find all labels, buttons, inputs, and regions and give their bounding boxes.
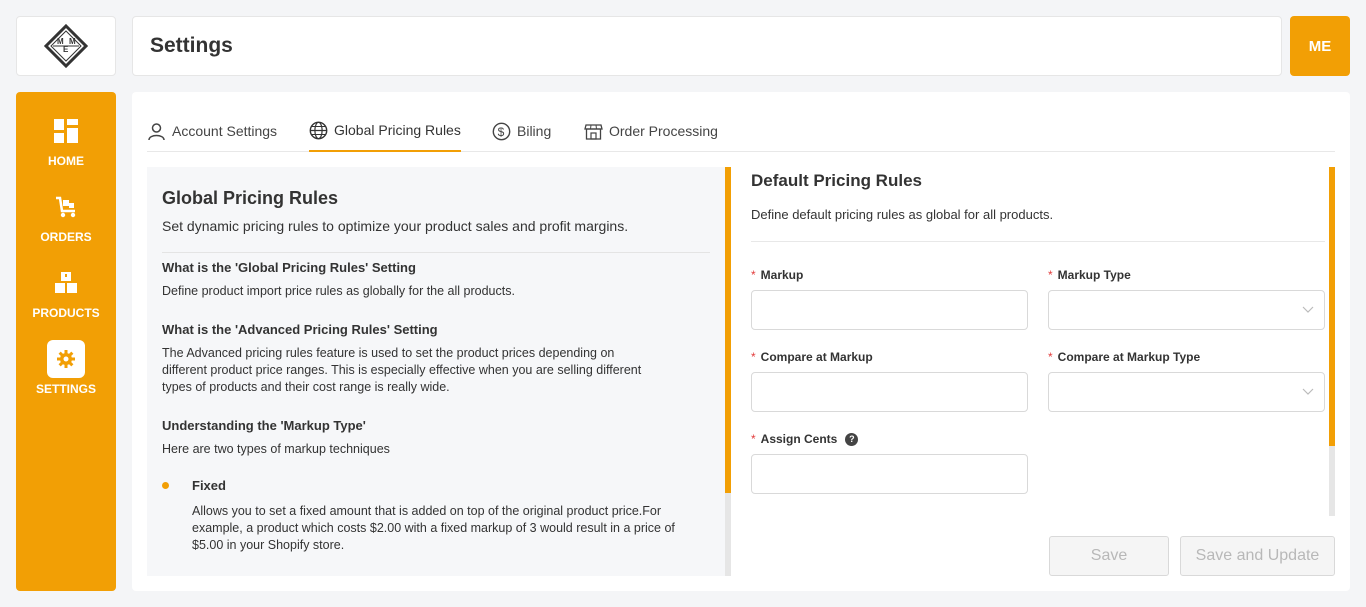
svg-text:M: M — [69, 37, 76, 46]
section-heading: What is the 'Global Pricing Rules' Setti… — [162, 260, 416, 275]
settings-tabs: Account Settings Global Pricing Rules $ … — [147, 110, 1335, 152]
tab-billing[interactable]: $ Biling — [492, 110, 551, 152]
fixed-body: Allows you to set a fixed amount that is… — [192, 504, 662, 518]
gear-icon — [47, 340, 85, 378]
brand-logo-icon: M E M — [44, 24, 88, 68]
avatar[interactable]: ME — [1290, 16, 1350, 76]
assign-cents-label: * Assign Cents? — [751, 432, 859, 447]
markup-label: * Markup — [751, 268, 804, 282]
required-mark: * — [1048, 268, 1053, 282]
dollar-icon: $ — [492, 122, 511, 140]
form-description: Define default pricing rules as global f… — [751, 207, 1054, 222]
section-heading: What is the 'Advanced Pricing Rules' Set… — [162, 322, 438, 337]
bullet-dot — [162, 482, 169, 489]
svg-text:$: $ — [498, 125, 505, 139]
sidebar-item-label: ORDERS — [40, 230, 92, 244]
scrollbar-thumb[interactable] — [725, 167, 731, 493]
sidebar-item-label: SETTINGS — [35, 382, 96, 396]
tab-label: Order Processing — [609, 123, 718, 139]
sidebar: HOME ORDERS PRODUCTS SETTINGS — [16, 92, 116, 591]
compare-markup-label: * Compare at Markup — [751, 350, 873, 364]
markup-type-select[interactable] — [1048, 290, 1325, 330]
markup-type-label: * Markup Type — [1048, 268, 1131, 282]
settings-panel: Account Settings Global Pricing Rules $ … — [132, 92, 1350, 591]
section-body: different product price ranges. This is … — [162, 363, 642, 377]
chevron-down-icon — [1302, 388, 1314, 395]
tab-account-settings[interactable]: Account Settings — [147, 110, 277, 152]
user-icon — [148, 122, 165, 140]
tab-label: Global Pricing Rules — [334, 122, 461, 138]
required-mark: * — [751, 432, 756, 446]
section-body: Here are two types of markup techniques — [162, 442, 390, 456]
save-button[interactable]: Save — [1049, 536, 1169, 576]
divider — [751, 241, 1325, 242]
required-mark: * — [751, 268, 756, 282]
sidebar-item-label: HOME — [48, 154, 84, 168]
boxes-icon — [47, 264, 85, 302]
tab-label: Biling — [517, 123, 552, 139]
required-mark: * — [751, 350, 756, 364]
required-mark: * — [1048, 350, 1053, 364]
section-body: The Advanced pricing rules feature is us… — [162, 346, 615, 360]
sidebar-item-orders[interactable]: ORDERS — [16, 188, 116, 244]
fixed-heading: Fixed — [192, 478, 226, 493]
section-body: Define product import price rules as glo… — [162, 284, 515, 298]
save-and-update-button[interactable]: Save and Update — [1180, 536, 1335, 576]
sidebar-item-settings[interactable]: SETTINGS — [16, 340, 116, 396]
sidebar-item-home[interactable]: HOME — [16, 112, 116, 168]
page-title: Settings — [150, 34, 233, 57]
scrollbar-thumb[interactable] — [1329, 167, 1335, 446]
form-title: Default Pricing Rules — [751, 171, 922, 190]
sidebar-item-label: PRODUCTS — [32, 306, 100, 320]
chevron-down-icon — [1302, 306, 1314, 313]
compare-markup-type-label: * Compare at Markup Type — [1048, 350, 1201, 364]
section-body: types of products and their cost range i… — [162, 380, 450, 394]
tab-global-pricing-rules[interactable]: Global Pricing Rules — [309, 110, 461, 152]
info-subtitle: Set dynamic pricing rules to optimize yo… — [162, 218, 629, 234]
compare-markup-input[interactable] — [751, 372, 1028, 412]
dashboard-icon — [47, 112, 85, 150]
compare-markup-type-select[interactable] — [1048, 372, 1325, 412]
globe-icon — [309, 121, 328, 139]
logo[interactable]: M E M — [16, 16, 116, 76]
store-icon — [584, 123, 603, 140]
svg-text:E: E — [63, 45, 69, 54]
divider — [162, 252, 710, 253]
cart-icon — [47, 188, 85, 226]
sidebar-item-products[interactable]: PRODUCTS — [16, 264, 116, 320]
form-scrollbar[interactable] — [1329, 167, 1335, 516]
section-heading: Understanding the 'Markup Type' — [162, 418, 366, 433]
fixed-body: example, a product which costs $2.00 wit… — [192, 521, 675, 535]
tab-label: Account Settings — [172, 123, 278, 139]
info-title: Global Pricing Rules — [162, 188, 339, 208]
fixed-body: $5.00 in your Shopify store. — [192, 538, 345, 552]
assign-cents-input[interactable] — [751, 454, 1028, 494]
page-header: Settings — [132, 16, 1282, 76]
markup-input[interactable] — [751, 290, 1028, 330]
tab-order-processing[interactable]: Order Processing — [584, 110, 718, 152]
help-icon[interactable]: ? — [845, 433, 859, 447]
